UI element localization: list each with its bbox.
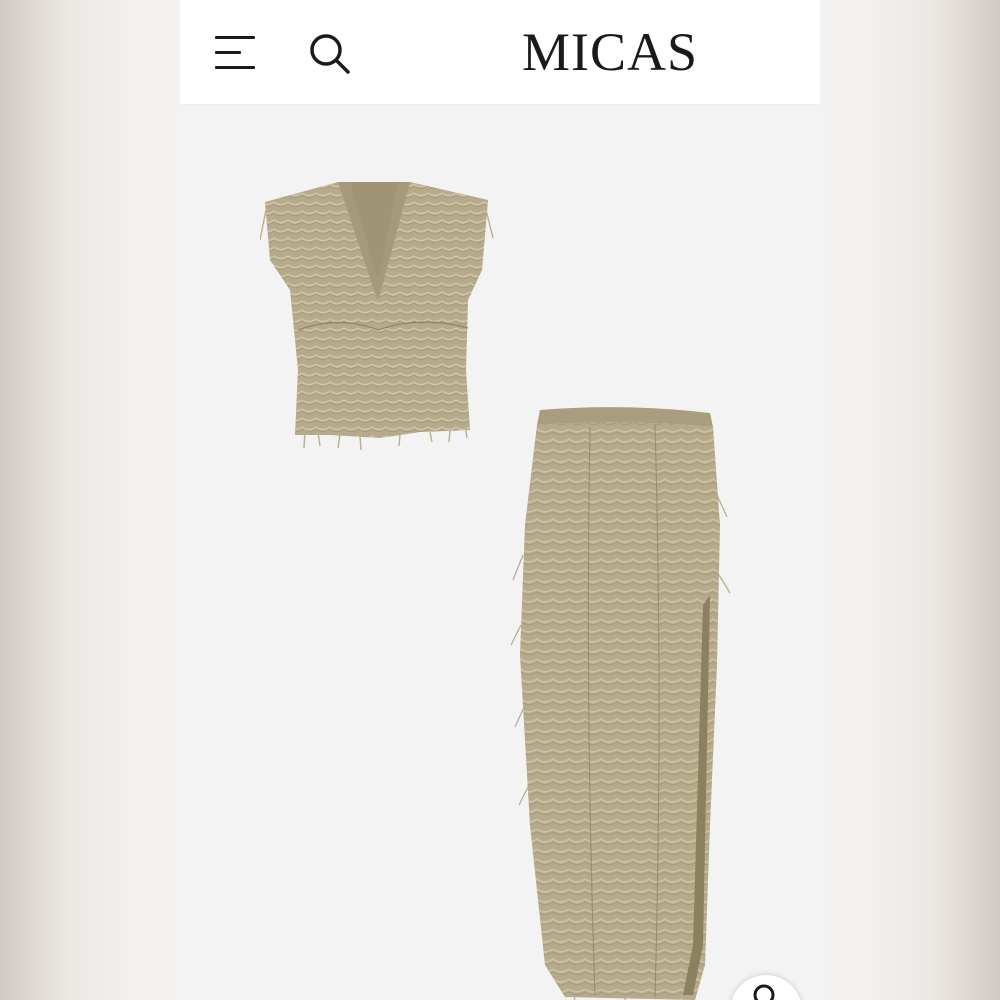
hamburger-menu-icon (215, 36, 255, 39)
product-image-gallery[interactable] (180, 105, 820, 1000)
hamburger-menu-icon-line (215, 51, 241, 54)
brand-logo[interactable]: MICAS (500, 22, 720, 82)
search-icon (310, 34, 350, 74)
search-button[interactable] (306, 30, 354, 78)
product-image-skirt (510, 407, 731, 1000)
hamburger-menu-icon-line (215, 66, 255, 69)
menu-button[interactable] (212, 30, 256, 74)
zoom-button[interactable] (730, 975, 802, 1000)
phone-screen: MICAS (180, 0, 820, 1000)
top-navigation-bar: MICAS (180, 0, 820, 105)
product-image-top (260, 182, 494, 450)
zoom-icon (753, 984, 775, 1000)
